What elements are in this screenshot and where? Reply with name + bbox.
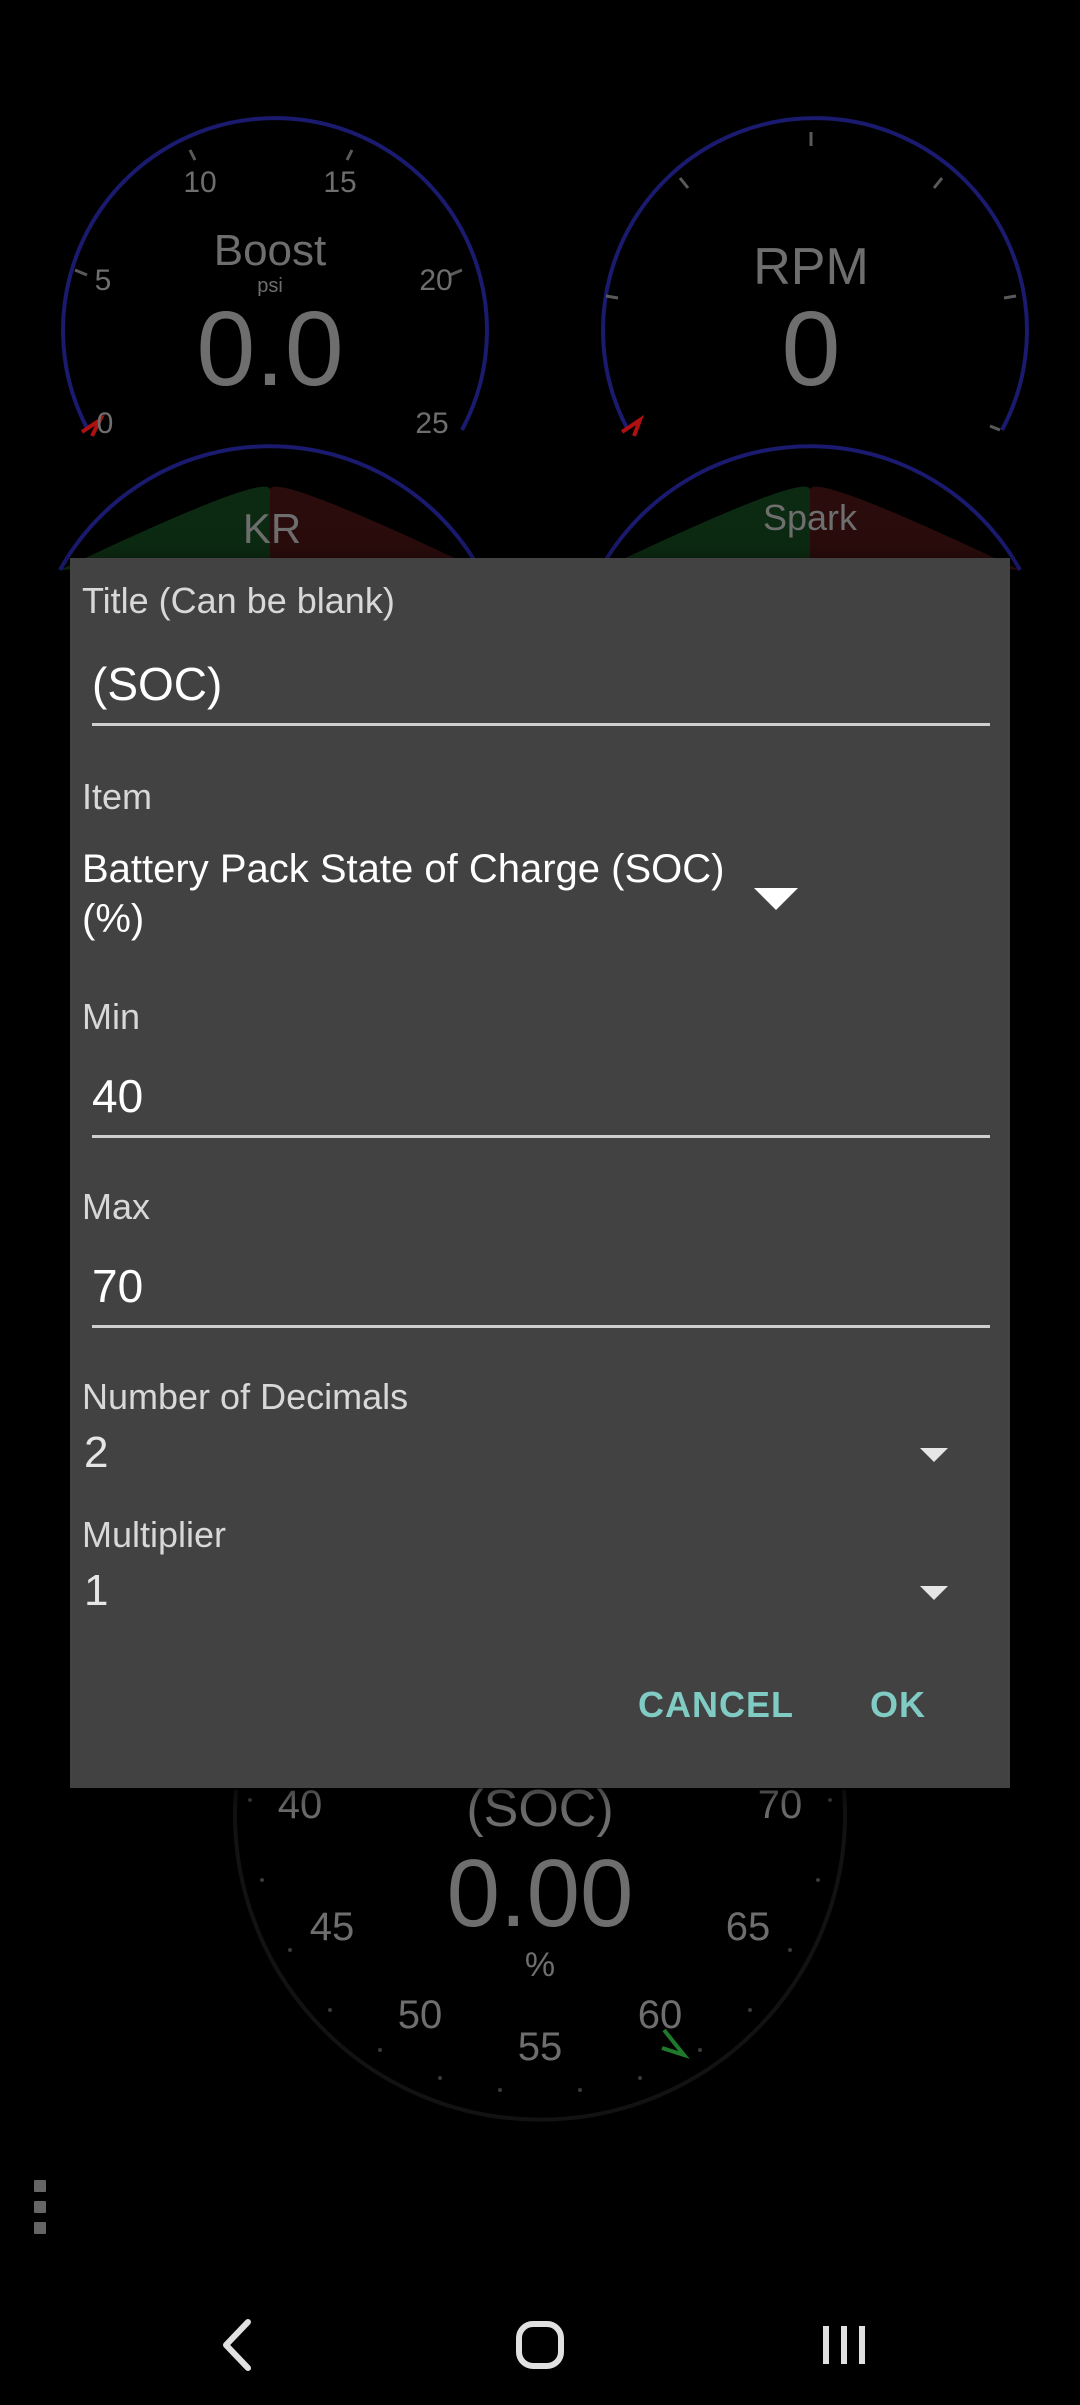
spark-title: Spark [763, 497, 858, 538]
menu-dot [34, 2180, 46, 2192]
max-input[interactable]: 70 [92, 1248, 990, 1328]
rpm-gauge[interactable]: RPM 0 [601, 116, 1029, 437]
soc-tick-60: 60 [638, 1993, 683, 2037]
max-input-value: 70 [92, 1260, 144, 1312]
max-label: Max [82, 1186, 151, 1227]
boost-tick-15: 15 [323, 166, 356, 199]
soc-tick-40: 40 [278, 1783, 323, 1827]
soc-tick-55: 55 [518, 2025, 563, 2069]
soc-tick-70: 70 [758, 1783, 803, 1827]
title-label: Title (Can be blank) [82, 580, 395, 621]
soc-tick-45: 45 [310, 1905, 355, 1949]
multiplier-value: 1 [84, 1566, 109, 1615]
boost-tick-25: 25 [415, 407, 448, 440]
decimals-value: 2 [84, 1428, 109, 1477]
soc-gauge[interactable]: (SOC) 0.00 % 40 45 50 55 60 65 70 [233, 1780, 847, 2122]
navigation-bar [0, 2290, 1080, 2400]
menu-dot [34, 2222, 46, 2234]
dropdown-arrow-icon[interactable] [920, 1448, 948, 1462]
kr-gauge[interactable]: KR [58, 444, 482, 571]
decimals-label: Number of Decimals [82, 1376, 409, 1417]
boost-tick-0: 0 [97, 407, 114, 440]
title-input-value: (SOC) [92, 658, 223, 710]
soc-unit: % [525, 1946, 555, 1984]
boost-tick-5: 5 [95, 264, 112, 297]
min-input[interactable]: 40 [92, 1058, 990, 1138]
boost-value: 0.0 [196, 290, 343, 408]
dropdown-arrow-icon[interactable] [920, 1586, 948, 1600]
item-label: Item [82, 776, 153, 817]
boost-title: Boost [214, 226, 327, 275]
soc-value: 0.00 [447, 1840, 634, 1947]
spark-gauge[interactable]: Spark [598, 444, 1022, 571]
boost-tick-10: 10 [183, 166, 216, 199]
cancel-button[interactable]: CANCEL [638, 1684, 794, 1726]
soc-tick-50: 50 [398, 1993, 443, 2037]
soc-title: (SOC) [466, 1780, 613, 1838]
gauge-settings-dialog: Title (Can be blank) (SOC) Item Battery … [70, 558, 1010, 1788]
more-vert-icon[interactable] [34, 2180, 50, 2236]
kr-title: KR [243, 505, 301, 552]
recents-icon[interactable] [784, 2290, 904, 2400]
multiplier-label: Multiplier [82, 1514, 227, 1555]
min-label: Min [82, 996, 141, 1037]
min-input-value: 40 [92, 1070, 144, 1122]
soc-tick-65: 65 [726, 1905, 771, 1949]
rpm-title: RPM [753, 238, 869, 296]
menu-dot [34, 2201, 46, 2213]
back-icon[interactable] [178, 2290, 298, 2400]
dropdown-arrow-icon[interactable] [754, 888, 798, 910]
ok-button[interactable]: OK [870, 1684, 926, 1726]
title-input[interactable]: (SOC) [92, 646, 990, 726]
rpm-value: 0 [782, 290, 841, 408]
boost-gauge[interactable]: Boost psi 0.0 0 5 10 15 20 25 [61, 116, 489, 440]
home-icon[interactable] [480, 2290, 600, 2400]
item-dropdown-value: Battery Pack State of Charge (SOC) (%) [82, 847, 725, 941]
boost-tick-20: 20 [419, 264, 452, 297]
